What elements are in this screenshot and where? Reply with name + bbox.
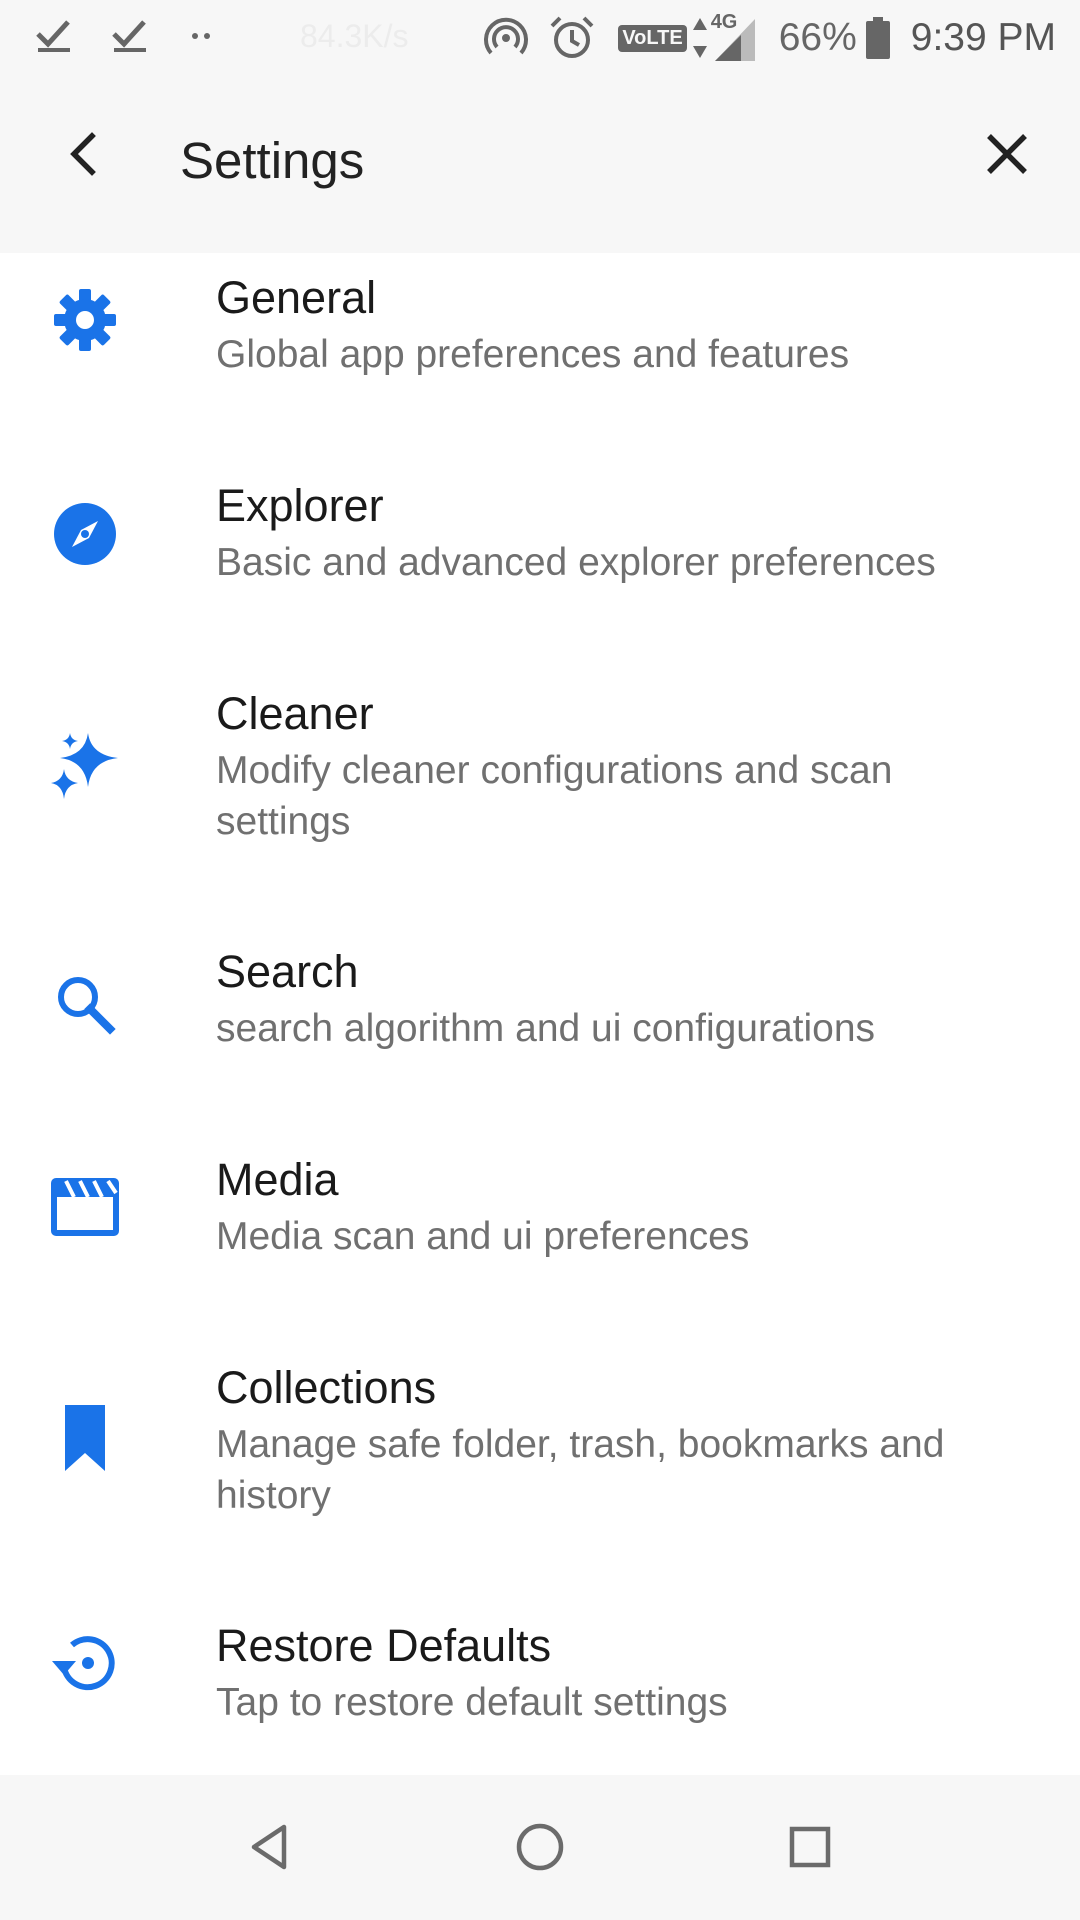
battery-icon	[865, 17, 890, 59]
item-subtitle: Manage safe folder, trash, bookmarks and…	[216, 1423, 945, 1517]
data-arrows-icon	[692, 18, 707, 58]
item-subtitle: Basic and advanced explorer preferences	[216, 541, 936, 584]
status-right-group: VoLTE 4G 66% 9:39 PM	[482, 8, 1056, 68]
recents-square-icon	[789, 1826, 831, 1868]
settings-item-search[interactable]: Search search algorithm and ui configura…	[0, 927, 1080, 1135]
nav-back-button[interactable]	[244, 1819, 300, 1875]
volte-icon: VoLTE	[618, 24, 687, 52]
item-title: Explorer	[216, 480, 384, 531]
settings-item-collections[interactable]: Collections Manage safe folder, trash, b…	[0, 1343, 1080, 1601]
gear-icon	[54, 289, 116, 351]
navigation-bar	[0, 1775, 1080, 1920]
alarm-icon	[550, 16, 594, 58]
item-title: Media	[216, 1154, 339, 1205]
settings-item-explorer[interactable]: Explorer Basic and advanced explorer pre…	[0, 461, 1080, 669]
signal-icon	[714, 19, 755, 61]
item-subtitle: Media scan and ui preferences	[216, 1215, 750, 1258]
item-subtitle: Global app preferences and features	[216, 333, 850, 376]
page-title: Settings	[180, 132, 365, 189]
back-button[interactable]	[58, 128, 110, 180]
item-title: Search	[216, 946, 359, 997]
hotspot-icon	[484, 17, 529, 55]
settings-item-media[interactable]: Media Media scan and ui preferences	[0, 1135, 1080, 1343]
search-icon	[58, 977, 116, 1035]
chevron-left-icon	[70, 132, 96, 176]
settings-item-restore-defaults[interactable]: Restore Defaults Tap to restore default …	[0, 1601, 1080, 1775]
back-triangle-icon	[251, 1824, 287, 1870]
sparkle-icon	[51, 733, 118, 799]
close-icon	[987, 134, 1027, 174]
status-left-group	[34, 14, 216, 54]
item-subtitle: search algorithm and ui configurations	[216, 1007, 876, 1050]
nav-home-button[interactable]	[512, 1819, 568, 1875]
bookmark-icon	[65, 1405, 105, 1471]
net-speed: 84.3K/s	[300, 18, 409, 54]
status-bar: 84.3K/s VoLTE 4G 66% 9:39 PM	[0, 0, 1080, 75]
check-icon	[36, 20, 70, 52]
settings-item-cleaner[interactable]: Cleaner Modify cleaner configurations an…	[0, 669, 1080, 927]
restore-icon	[52, 1636, 115, 1691]
battery-percent: 66%	[778, 16, 857, 59]
item-subtitle: Tap to restore default settings	[216, 1681, 728, 1724]
signal-group: 4G	[711, 11, 759, 65]
check-icon	[112, 20, 146, 52]
app-bar: Settings	[0, 75, 1080, 253]
home-circle-icon	[516, 1823, 564, 1871]
settings-list: General Global app preferences and featu…	[0, 253, 1080, 1775]
clapperboard-icon	[51, 1178, 119, 1236]
close-button[interactable]	[981, 128, 1033, 180]
item-title: Cleaner	[216, 688, 374, 739]
item-title: General	[216, 272, 377, 323]
settings-item-general[interactable]: General Global app preferences and featu…	[0, 253, 1080, 461]
more-dots-icon	[192, 33, 210, 39]
nav-recents-button[interactable]	[782, 1819, 838, 1875]
item-title: Collections	[216, 1362, 437, 1413]
status-time: 9:39 PM	[910, 16, 1056, 59]
item-subtitle: Modify cleaner configurations and scan s…	[216, 749, 893, 843]
item-title: Restore Defaults	[216, 1620, 552, 1671]
compass-icon	[54, 503, 116, 565]
